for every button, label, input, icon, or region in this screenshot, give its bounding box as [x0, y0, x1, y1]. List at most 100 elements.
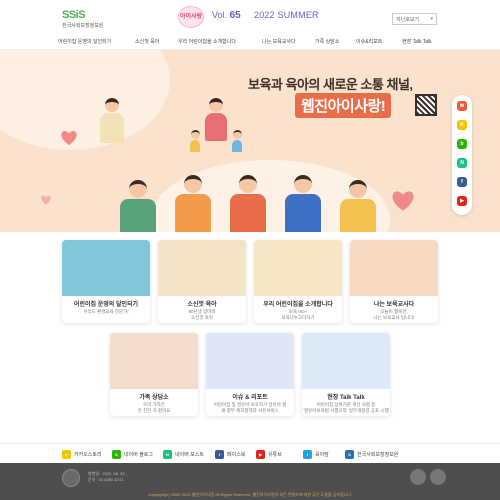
- gov-emblem-icon: [410, 469, 426, 485]
- naver-post-icon: N: [163, 450, 172, 459]
- card-daycare-intro[interactable]: 우리 어린이집을 소개합니다 보육+50+ 보육나누고더하기: [254, 240, 342, 323]
- link-naver-post[interactable]: N 네이버 포스트: [163, 450, 204, 459]
- youtube-icon: ▶: [256, 450, 265, 459]
- card-field-talk[interactable]: 현장 Talk Talk 어린이집 상위기준 개선 사항 등 '영유아보육법 시행…: [302, 333, 390, 416]
- card-sub-line: 보육나누고더하기: [281, 315, 315, 320]
- card-sub-line: 어린이집 상위기준 개선 사항 등: [316, 402, 376, 407]
- link-label: 페이스북: [227, 452, 246, 458]
- ssis-logo[interactable]: SSiS 한국사회보장정보원: [62, 9, 114, 31]
- card-sub-line: 소신껏 육아: [191, 315, 213, 320]
- hero-subtitle: 웹진아이사랑!: [295, 93, 392, 118]
- vol-prefix: Vol.: [212, 10, 228, 20]
- kakaostory-icon: K: [62, 450, 71, 459]
- facebook-icon: f: [215, 450, 224, 459]
- link-label: 카카오스토리: [74, 452, 102, 458]
- person-phone-illustration: [285, 175, 321, 232]
- link-youtube[interactable]: ▶ 유튜브: [256, 450, 282, 459]
- card-parenting[interactable]: 소신껏 육아 90년생 엄마의 소신껏 육아: [158, 240, 246, 323]
- card-issue-report[interactable]: 이슈 & 리포트 어린이집 및 영유아 보호자가 알아야 할새 정부 복지정책과…: [206, 333, 294, 416]
- link-kakaostory[interactable]: K 카카오스토리: [62, 450, 102, 459]
- kakaostory-icon[interactable]: K: [457, 120, 467, 130]
- card-title: 나는 보육교사다: [373, 302, 415, 308]
- email-icon[interactable]: ✉: [457, 101, 467, 111]
- person-phone-illustration: [230, 175, 266, 232]
- heart-icon: [392, 191, 414, 211]
- footer-date: 발행일 : 2022. 06. 30.: [88, 471, 126, 476]
- card-teacher[interactable]: 나는 보육교사다 오늘이 행복한, 나는 보육교사 입니다!: [350, 240, 438, 323]
- person-phone-illustration: [340, 180, 376, 232]
- past-issue-select[interactable]: 지난호보기 ▾: [392, 13, 437, 25]
- nav-item[interactable]: 이슈&리포트: [356, 38, 382, 45]
- card-sub-line: 우리 가족은: [143, 402, 165, 407]
- card-image: [350, 240, 438, 296]
- footer-links: K 카카오스토리 b 네이버 블로그 N 네이버 포스트 f 페이스북 ▶ 유튜브 i 육아…: [0, 443, 500, 463]
- person-phone-illustration: [175, 175, 211, 232]
- card-subtitle: 어린이집 상위기준 개선 사항 등 '영유아보육법 시행규칙' 일부개정령 공포·…: [302, 402, 390, 414]
- link-facebook[interactable]: f 페이스북: [215, 450, 245, 459]
- past-issue-label: 지난호보기: [396, 16, 420, 23]
- card-title: 우리 어린이집을 소개합니다: [263, 302, 333, 308]
- nav-item[interactable]: 우리 어린이집을 소개합니다: [178, 38, 236, 45]
- footer: 발행일 : 2022. 06. 30. 문의 : 02-6360-6741 Co…: [0, 463, 500, 500]
- card-sub-line: 보육+50+: [288, 309, 308, 314]
- footer-logo: [62, 469, 80, 487]
- link-label: 네이버 포스트: [175, 452, 204, 458]
- naver-post-icon[interactable]: N: [457, 158, 467, 168]
- card-subtitle: 어린이집 및 영유아 보호자가 알아야 할새 정부 복지정책과 사유서비스: [206, 402, 294, 414]
- card-sub-line: 90년생 엄마의: [188, 309, 216, 314]
- child-figure: [232, 130, 242, 152]
- card-subtitle: 우리 가족은 안 친한 거 같아요: [110, 402, 198, 414]
- nav-item[interactable]: 현장 Talk Talk: [402, 38, 432, 45]
- card-title: 소신껏 육아: [187, 302, 217, 308]
- card-subtitle: 90년생 엄마의 소신껏 육아: [158, 309, 246, 321]
- card-image: [302, 333, 390, 389]
- qr-code-icon: [415, 94, 437, 116]
- yukamom-icon: i: [303, 450, 312, 459]
- ssis-icon: S: [345, 450, 354, 459]
- card-sub-line: 새 정부 복지정책과 사유서비스: [221, 408, 279, 413]
- footer-contact: 문의 : 02-6360-6741: [88, 477, 124, 482]
- card-operation[interactable]: 어린이집 운영의 달인되기 우리도 환경교육 전문가!: [62, 240, 150, 323]
- link-label: 유튜브: [268, 452, 282, 458]
- link-label: 육아맘: [315, 452, 329, 458]
- logo-text: SSiS: [62, 9, 86, 21]
- card-family-counsel[interactable]: 가족 상담소 우리 가족은 안 친한 거 같아요: [110, 333, 198, 416]
- page: SSiS 한국사회보장정보원 아이사랑 Vol. 65 2022 SUMMER …: [0, 0, 500, 500]
- naver-blog-icon: b: [112, 450, 121, 459]
- volume-label: Vol. 65: [212, 10, 241, 21]
- link-label: 한국사회보장정보원: [357, 452, 399, 458]
- header: SSiS 한국사회보장정보원 아이사랑 Vol. 65 2022 SUMMER …: [0, 0, 500, 34]
- child-figure: [190, 130, 200, 152]
- nav-item[interactable]: 가족 상담소: [315, 38, 339, 45]
- hero-banner: 보육과 육아의 새로운 소통 채널, 웹진아이사랑!: [0, 50, 500, 232]
- card-sub-line: 나는 보육교사 입니다!: [373, 315, 415, 320]
- brand-logo[interactable]: 아이사랑: [178, 6, 206, 30]
- card-image: [206, 333, 294, 389]
- card-image: [110, 333, 198, 389]
- logo-mark: SSiS: [62, 9, 114, 21]
- chevron-down-icon: ▾: [430, 16, 433, 22]
- nav-item[interactable]: 나는 보육교사다: [262, 38, 296, 45]
- naver-blog-icon[interactable]: b: [457, 139, 467, 149]
- card-image: [254, 240, 342, 296]
- org-name: 한국사회보장정보원: [62, 23, 104, 29]
- season-label: 2022 SUMMER: [254, 10, 319, 20]
- brand-name: 아이사랑: [178, 6, 204, 28]
- link-label: 네이버 블로그: [124, 452, 153, 458]
- card-subtitle: 보육+50+ 보육나누고더하기: [254, 309, 342, 321]
- card-image: [62, 240, 150, 296]
- link-yukamom[interactable]: i 육아맘: [303, 450, 329, 459]
- nav-item[interactable]: 소신껏 육아: [135, 38, 159, 45]
- facebook-icon[interactable]: f: [457, 177, 467, 187]
- card-sub-line: '영유아보육법 시행규칙' 일부개정령 공포·시행: [303, 408, 389, 413]
- hero-title: 보육과 육아의 새로운 소통 채널,: [248, 77, 413, 92]
- card-sub-line: 오늘이 행복한,: [380, 309, 408, 314]
- teacher-children-illustration: [205, 98, 227, 141]
- card-title: 현장 Talk Talk: [327, 395, 365, 401]
- footer-info: 발행일 : 2022. 06. 30. 문의 : 02-6360-6741: [88, 471, 126, 483]
- main-nav: 어린이집 운영의 달인되기 소신껏 육아 우리 어린이집을 소개합니다 나는 보…: [0, 34, 500, 50]
- nav-item[interactable]: 어린이집 운영의 달인되기: [58, 38, 111, 45]
- youtube-icon[interactable]: ▶: [457, 196, 467, 206]
- link-naver-blog[interactable]: b 네이버 블로그: [112, 450, 153, 459]
- link-ssis[interactable]: S 한국사회보장정보원: [345, 450, 398, 459]
